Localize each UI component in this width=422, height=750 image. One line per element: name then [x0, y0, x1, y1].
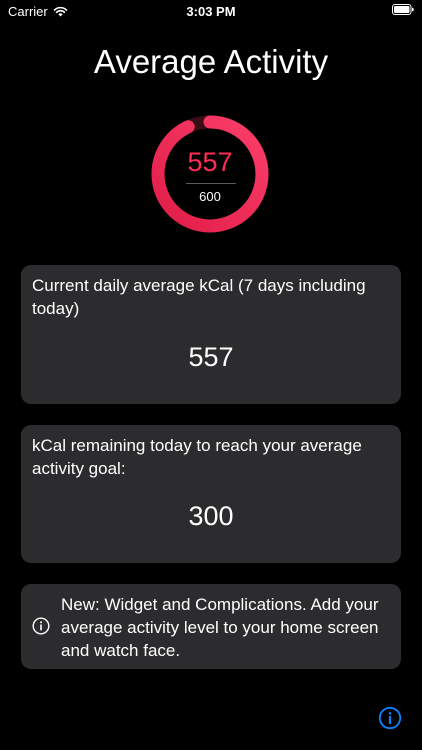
ring-value: 557	[187, 147, 233, 177]
ring-goal: 600	[199, 189, 221, 204]
ring-divider	[186, 183, 236, 184]
average-kcal-value: 557	[188, 342, 234, 372]
battery-icon	[392, 4, 414, 15]
page-title: Average Activity	[93, 43, 329, 80]
remaining-kcal-label: kCal remaining today to reach your avera…	[32, 436, 362, 478]
announcement-card[interactable]: New: Widget and Complications. Add your …	[21, 584, 401, 669]
remaining-kcal-value: 300	[188, 501, 234, 531]
info-circle-icon	[32, 617, 50, 635]
remaining-kcal-card: kCal remaining today to reach your avera…	[21, 425, 401, 563]
average-kcal-label: Current daily average kCal (7 days inclu…	[32, 276, 366, 318]
announcement-text: New: Widget and Complications. Add your …	[61, 595, 379, 660]
average-kcal-card: Current daily average kCal (7 days inclu…	[21, 265, 401, 404]
status-bar: Carrier 3:03 PM	[0, 0, 422, 24]
status-time: 3:03 PM	[186, 4, 236, 19]
info-button[interactable]	[378, 706, 402, 730]
